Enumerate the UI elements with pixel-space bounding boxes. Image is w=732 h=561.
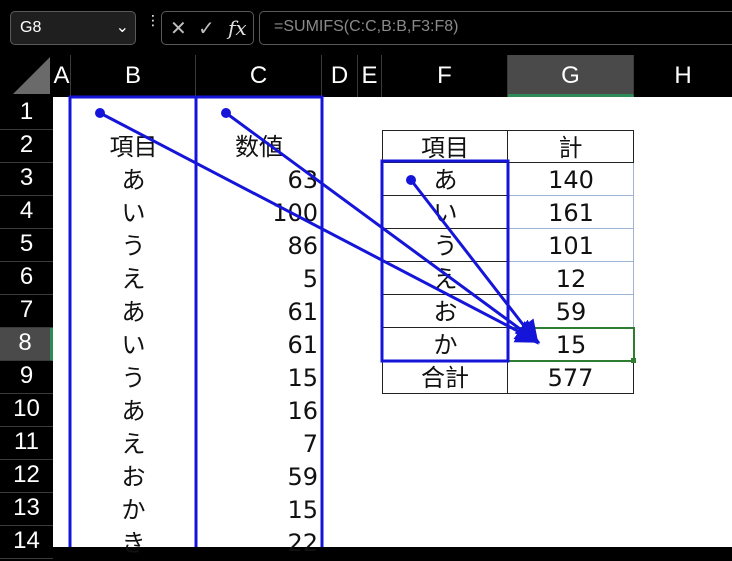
annotation-overlay: [68, 95, 636, 547]
arrow-from-column-b: [99, 111, 541, 343]
criteria-range-box: [380, 159, 510, 363]
fill-handle: [631, 358, 636, 363]
arrow-from-criteria: [409, 179, 539, 345]
column-c-range-box: [194, 95, 324, 547]
column-b-range-box: [68, 95, 198, 547]
